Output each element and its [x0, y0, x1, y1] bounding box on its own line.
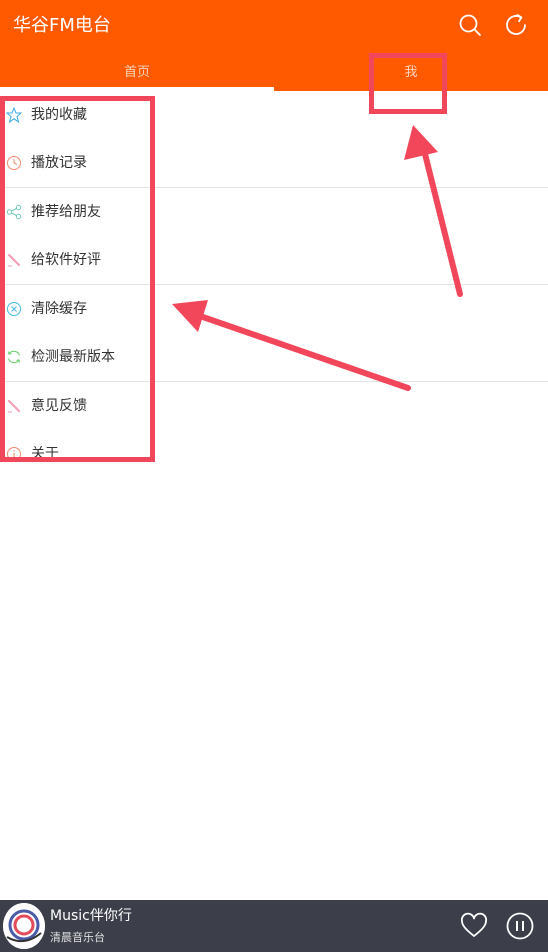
tab-home[interactable]: 首页 [0, 55, 274, 91]
app-title: 华谷FM电台 [13, 15, 111, 36]
track-subtitle: 清晨音乐台 [50, 931, 105, 944]
refresh-icon[interactable] [503, 12, 529, 38]
album-art[interactable] [3, 903, 45, 949]
annotation-box-menu [0, 96, 155, 462]
annotation-box-tab [369, 53, 447, 114]
track-title: Music伴你行 [50, 908, 132, 924]
app-header: 华谷FM电台 首页 我 [0, 0, 548, 91]
heart-icon[interactable] [459, 911, 489, 941]
mini-player[interactable]: Music伴你行 清晨音乐台 [0, 900, 548, 952]
pause-icon[interactable] [505, 911, 535, 941]
search-icon[interactable] [457, 12, 483, 38]
tab-bar: 首页 我 [0, 55, 548, 91]
